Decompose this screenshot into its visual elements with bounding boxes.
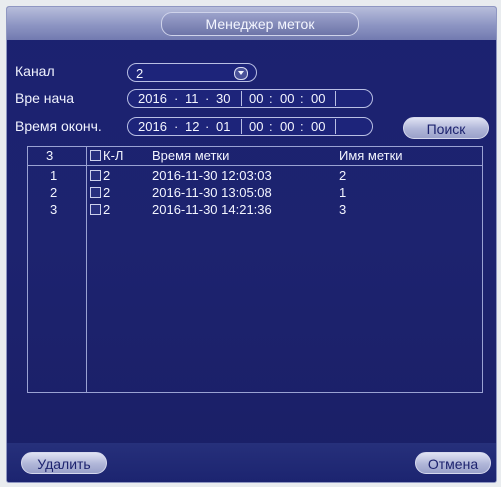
- field-divider: [241, 119, 242, 134]
- start-minute[interactable]: 00: [280, 90, 294, 107]
- end-time-label: Время оконч.: [15, 118, 102, 134]
- row-mark-name: 1: [339, 185, 347, 200]
- field-divider: [241, 91, 242, 106]
- field-divider: [335, 91, 336, 106]
- date-separator: ·: [174, 91, 179, 106]
- row-count: 3: [46, 148, 54, 163]
- table-header: 3 К-Л Время метки Имя метки: [28, 147, 482, 166]
- header-mark-name[interactable]: Имя метки: [339, 148, 403, 163]
- checkbox-icon[interactable]: [90, 204, 101, 215]
- start-second[interactable]: 00: [311, 90, 325, 107]
- header-mark-time[interactable]: Время метки: [152, 148, 229, 163]
- row-number: 2: [50, 185, 58, 200]
- time-separator: :: [300, 119, 304, 134]
- date-separator: ·: [205, 91, 210, 106]
- channel-select[interactable]: 2: [127, 63, 257, 82]
- channel-label: Канал: [15, 63, 55, 79]
- delete-button[interactable]: Удалить: [21, 452, 107, 474]
- marks-table: 3 К-Л Время метки Имя метки 1 2 2016-11-…: [27, 146, 483, 393]
- row-mark-time: 2016-11-30 14:21:36: [152, 202, 272, 217]
- row-channel: 2: [103, 202, 111, 217]
- checkbox-icon[interactable]: [90, 170, 101, 181]
- end-day[interactable]: 01: [216, 118, 230, 135]
- end-second[interactable]: 00: [311, 118, 325, 135]
- cancel-button[interactable]: Отмена: [415, 452, 491, 474]
- end-year[interactable]: 2016: [138, 118, 167, 135]
- window-title: Менеджер меток: [161, 12, 359, 36]
- channel-value: 2: [136, 66, 144, 81]
- date-separator: ·: [174, 119, 179, 134]
- checkbox-icon[interactable]: [90, 187, 101, 198]
- header-channel[interactable]: К-Л: [103, 148, 123, 163]
- mark-manager-window: Менеджер меток Канал 2 Вре нача 2016 · 1…: [6, 6, 497, 483]
- start-day[interactable]: 30: [216, 90, 230, 107]
- end-datetime-field[interactable]: 2016 · 12 · 01 00 : 00 : 00: [127, 117, 373, 136]
- field-divider: [335, 119, 336, 134]
- date-separator: ·: [205, 119, 210, 134]
- title-bar: Менеджер меток: [7, 7, 496, 40]
- row-number: 3: [50, 202, 58, 217]
- row-number: 1: [50, 168, 58, 183]
- dropdown-arrow-icon[interactable]: [234, 67, 248, 80]
- start-datetime-field[interactable]: 2016 · 11 · 30 00 : 00 : 00: [127, 89, 373, 108]
- start-time-label: Вре нача: [15, 90, 75, 106]
- row-mark-time: 2016-11-30 13:05:08: [152, 185, 272, 200]
- checkbox-icon[interactable]: [90, 150, 101, 161]
- row-mark-time: 2016-11-30 12:03:03: [152, 168, 272, 183]
- end-minute[interactable]: 00: [280, 118, 294, 135]
- start-year[interactable]: 2016: [138, 90, 167, 107]
- row-mark-name: 3: [339, 202, 347, 217]
- start-hour[interactable]: 00: [249, 90, 263, 107]
- end-month[interactable]: 12: [185, 118, 199, 135]
- row-channel: 2: [103, 168, 111, 183]
- search-button[interactable]: Поиск: [403, 117, 489, 139]
- footer-bar: Удалить Отмена: [7, 443, 496, 482]
- column-divider: [86, 147, 87, 392]
- time-separator: :: [269, 91, 273, 106]
- time-separator: :: [300, 91, 304, 106]
- row-mark-name: 2: [339, 168, 347, 183]
- end-hour[interactable]: 00: [249, 118, 263, 135]
- start-month[interactable]: 11: [185, 90, 199, 107]
- time-separator: :: [269, 119, 273, 134]
- row-channel: 2: [103, 185, 111, 200]
